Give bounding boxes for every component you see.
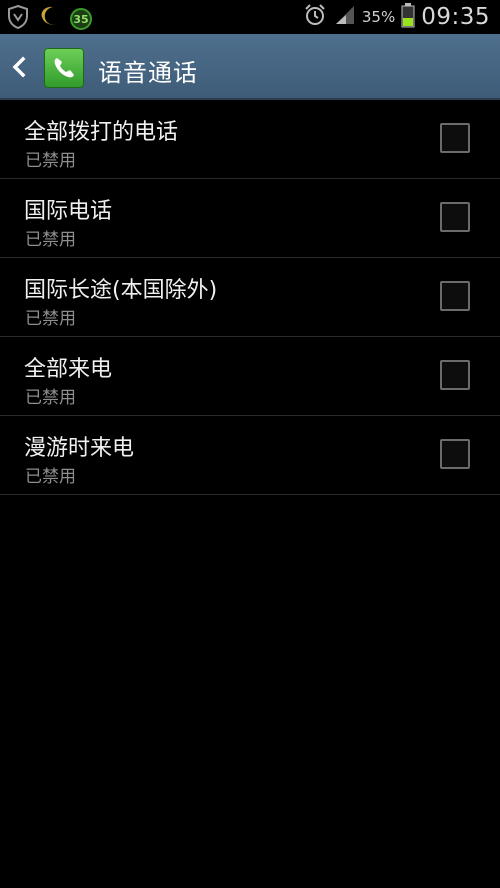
clock: 09:35 — [421, 4, 490, 30]
shield-icon — [6, 4, 30, 34]
item-summary: 已禁用 — [25, 388, 76, 408]
checkbox-international-except-home[interactable] — [440, 281, 470, 311]
item-title: 全部拨打的电话 — [24, 120, 179, 145]
status-bar: 35 35% 09:35 — [0, 0, 500, 34]
list-item-all-incoming[interactable]: 全部来电 已禁用 — [0, 337, 500, 416]
notification-badge-icon: 35 — [70, 8, 92, 30]
item-summary: 已禁用 — [25, 230, 76, 250]
list-item-international-except-home[interactable]: 国际长途(本国除外) 已禁用 — [0, 258, 500, 337]
page-title: 语音通话 — [98, 59, 198, 87]
battery-icon — [401, 2, 415, 32]
alarm-icon — [302, 2, 328, 32]
checkbox-all-outgoing[interactable] — [440, 123, 470, 153]
signal-icon — [334, 4, 356, 30]
item-title: 全部来电 — [24, 357, 113, 382]
checkbox-all-incoming[interactable] — [440, 360, 470, 390]
checkbox-international[interactable] — [440, 202, 470, 232]
item-summary: 已禁用 — [25, 309, 76, 329]
item-title: 国际电话 — [24, 199, 113, 224]
list-item-incoming-when-roaming[interactable]: 漫游时来电 已禁用 — [0, 416, 500, 495]
chevron-left-icon[interactable] — [10, 56, 28, 78]
item-summary: 已禁用 — [25, 151, 76, 171]
call-barring-list: 全部拨打的电话 已禁用 国际电话 已禁用 国际长途(本国除外) 已禁用 全部来电… — [0, 100, 500, 495]
status-bar-left: 35 — [6, 4, 92, 34]
moon-icon — [38, 4, 62, 34]
list-item-all-outgoing[interactable]: 全部拨打的电话 已禁用 — [0, 100, 500, 179]
action-bar: 语音通话 — [0, 34, 500, 100]
notification-badge-count: 35 — [73, 12, 89, 26]
item-title: 国际长途(本国除外) — [24, 278, 218, 303]
checkbox-incoming-when-roaming[interactable] — [440, 439, 470, 469]
battery-percent: 35% — [361, 8, 396, 26]
status-bar-right: 35% 09:35 — [302, 2, 490, 32]
item-summary: 已禁用 — [25, 467, 76, 487]
phone-icon[interactable] — [44, 48, 84, 88]
list-item-international[interactable]: 国际电话 已禁用 — [0, 179, 500, 258]
item-title: 漫游时来电 — [24, 436, 135, 461]
